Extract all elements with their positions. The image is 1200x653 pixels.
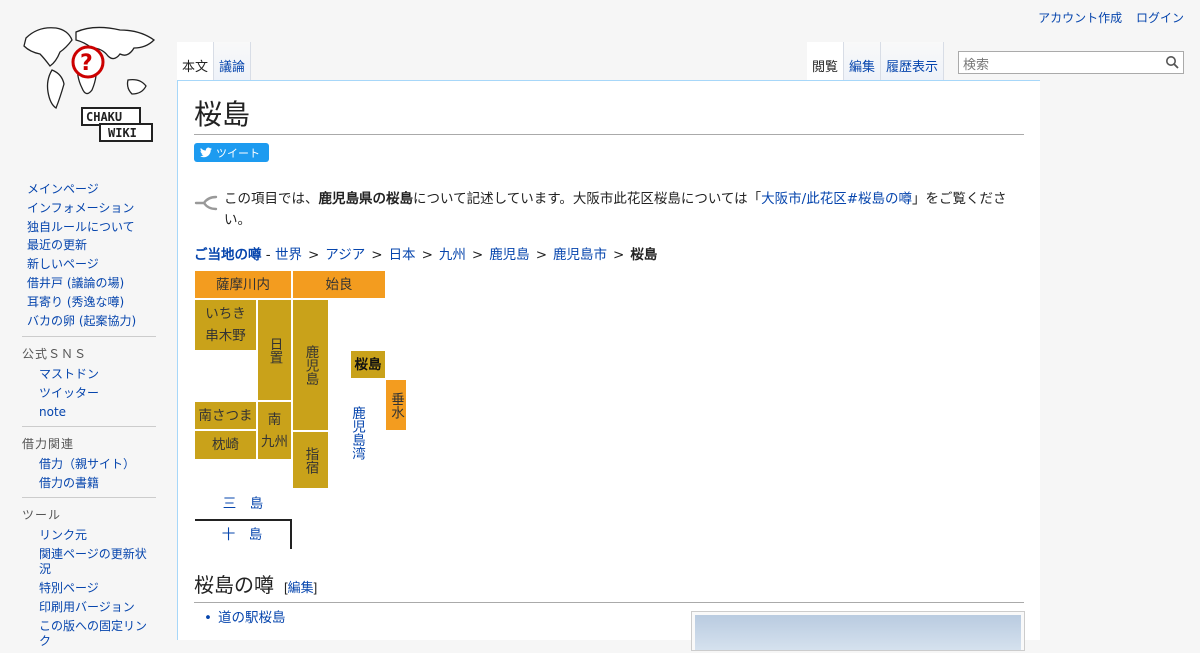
breadcrumb-japan[interactable]: 日本 (389, 247, 416, 263)
sidebar-item-permalink[interactable]: この版への固定リンク (22, 619, 156, 649)
map-cell-mishima[interactable]: 三 島 (195, 491, 291, 517)
tab-history[interactable]: 履歴表示 (881, 42, 945, 80)
breadcrumb-kagoshima[interactable]: 鹿児島 (489, 247, 530, 263)
tab-read[interactable]: 閲覧 (807, 42, 845, 80)
map-cell-tarumizu[interactable]: 垂水 (386, 380, 406, 430)
sidebar-item-rules[interactable]: 独自ルールについて (22, 218, 156, 237)
tab-edit[interactable]: 編集 (844, 42, 882, 80)
sidebar-related: 借力関連 借力（親サイト） 借力の書籍 (22, 426, 156, 491)
map-border-line (195, 519, 292, 521)
tweet-label: ツイート (216, 146, 260, 160)
map-cell-aira[interactable]: 始良 (293, 271, 385, 298)
tweet-button[interactable]: ツイート (194, 143, 269, 162)
map-cell-minamikyushu[interactable]: 南九州 (258, 402, 291, 459)
sidebar-item-info[interactable]: インフォメーション (22, 199, 156, 218)
sidebar-heading-related: 借力関連 (22, 426, 156, 454)
breadcrumb-kyushu[interactable]: 九州 (439, 247, 466, 263)
sidebar-item-print[interactable]: 印刷用バージョン (22, 600, 156, 615)
sidebar-item-twitter[interactable]: ツイッター (22, 386, 156, 401)
map-border-line-vertical (290, 519, 292, 549)
region-map: 薩摩川内 始良 いちき 串木野 日置 鹿児島 桜島 垂水 鹿児島湾 南さつま 南九… (194, 271, 434, 551)
map-cell-hioki[interactable]: 日置 (258, 300, 291, 400)
sidebar-item-books[interactable]: 借力の書籍 (22, 476, 156, 491)
namespace-tabs: 本文 議論 (177, 42, 252, 80)
tab-talk[interactable]: 議論 (214, 42, 252, 80)
sidebar-item-note[interactable]: note (22, 405, 156, 420)
sidebar-tools: ツール リンク元 関連ページの更新状況 特別ページ 印刷用バージョン この版への… (22, 496, 156, 649)
sidebar-item-recent[interactable]: 最近の更新 (22, 236, 156, 255)
map-cell-kagoshima[interactable]: 鹿児島 (293, 300, 328, 430)
breadcrumb-world[interactable]: 世界 (275, 247, 302, 263)
thumbnail[interactable] (691, 611, 1025, 651)
search-placeholder: 検索 (963, 58, 990, 73)
section-edit-link[interactable]: 編集 (288, 580, 314, 595)
section-heading: 桜島の噂 [編集] (194, 571, 1024, 603)
section-edit: [編集] (284, 580, 318, 595)
content-area: 桜島 ツイート この項目では、鹿児島県の桜島について記述しています。大阪市此花区… (177, 80, 1040, 651)
breadcrumb-kagoshima-city[interactable]: 鹿児島市 (553, 247, 607, 263)
breadcrumb: ご当地の噂 - 世界 > アジア > 日本 > 九州 > 鹿児島 > 鹿児島市 > 桜島 (194, 247, 658, 263)
map-cell-sakurajima[interactable]: 桜島 (351, 351, 385, 378)
disambiguation-icon (194, 189, 224, 231)
breadcrumb-asia[interactable]: アジア (325, 247, 365, 263)
page-title: 桜島 (194, 96, 1024, 135)
breadcrumb-current: 桜島 (630, 247, 658, 263)
map-cell-ibusuki[interactable]: 指宿 (293, 432, 328, 488)
site-logo[interactable]: ? CHAKU WIKI (16, 18, 158, 148)
view-tabs: 閲覧 編集 履歴表示 (807, 42, 945, 80)
map-cell-minamisatsuma[interactable]: 南さつま (195, 402, 256, 429)
tab-article[interactable]: 本文 (177, 42, 215, 80)
search-icon[interactable] (1165, 55, 1179, 73)
sidebar-heading-sns: 公式ＳＮＳ (22, 336, 156, 364)
thumbnail-image (695, 615, 1021, 650)
sidebar-item-related-changes[interactable]: 関連ページの更新状況 (22, 547, 156, 577)
hatnote-link[interactable]: 大阪市/此花区#桜島の噂 (761, 191, 912, 207)
create-account-link[interactable]: アカウント作成 (1038, 11, 1122, 25)
logo-text-1: CHAKU (86, 110, 122, 124)
list-item[interactable]: 道の駅桜島 (204, 606, 286, 626)
sidebar-item-main[interactable]: メインページ (22, 180, 156, 199)
sidebar: メインページ インフォメーション 独自ルールについて 最近の更新 新しいページ … (22, 180, 156, 653)
sidebar-item-new[interactable]: 新しいページ (22, 255, 156, 274)
personal-tools: アカウント作成 ログイン (1028, 9, 1184, 26)
logo-text-2: WIKI (108, 126, 137, 140)
map-cell-satsumasendai[interactable]: 薩摩川内 (195, 271, 291, 298)
sidebar-item-discussion[interactable]: 借井戸 (議論の場) (22, 274, 156, 293)
sidebar-item-whatlinkshere[interactable]: リンク元 (22, 528, 156, 543)
sidebar-item-proposals[interactable]: バカの卵 (起案協力) (22, 312, 156, 331)
search-input[interactable]: 検索 (958, 51, 1184, 74)
sidebar-item-mastodon[interactable]: マストドン (22, 367, 156, 382)
map-cell-toshima[interactable]: 十 島 (195, 522, 289, 548)
sidebar-item-special-pages[interactable]: 特別ページ (22, 581, 156, 596)
hatnote-text: この項目では、鹿児島県の桜島について記述しています。大阪市此花区桜島については「… (224, 191, 1007, 228)
sidebar-navigation: メインページ インフォメーション 独自ルールについて 最近の更新 新しいページ … (22, 180, 156, 330)
svg-text:?: ? (80, 51, 93, 76)
sidebar-item-featured[interactable]: 耳寄り (秀逸な噂) (22, 293, 156, 312)
sidebar-heading-tools: ツール (22, 496, 156, 525)
hatnote: この項目では、鹿児島県の桜島について記述しています。大阪市此花区桜島については「… (194, 189, 1024, 231)
map-cell-kagoshimawan[interactable]: 鹿児島湾 (347, 383, 367, 483)
bird-icon (200, 147, 212, 158)
sidebar-item-parent-site[interactable]: 借力（親サイト） (22, 457, 156, 472)
section-title: 桜島の噂 (194, 573, 274, 597)
login-link[interactable]: ログイン (1136, 11, 1184, 25)
map-cell-makurazaki[interactable]: 枕崎 (195, 431, 256, 459)
sidebar-sns: 公式ＳＮＳ マストドン ツイッター note (22, 336, 156, 420)
breadcrumb-root[interactable]: ご当地の噂 (194, 247, 262, 263)
map-cell-ichikikushikino[interactable]: いちき 串木野 (195, 300, 256, 350)
